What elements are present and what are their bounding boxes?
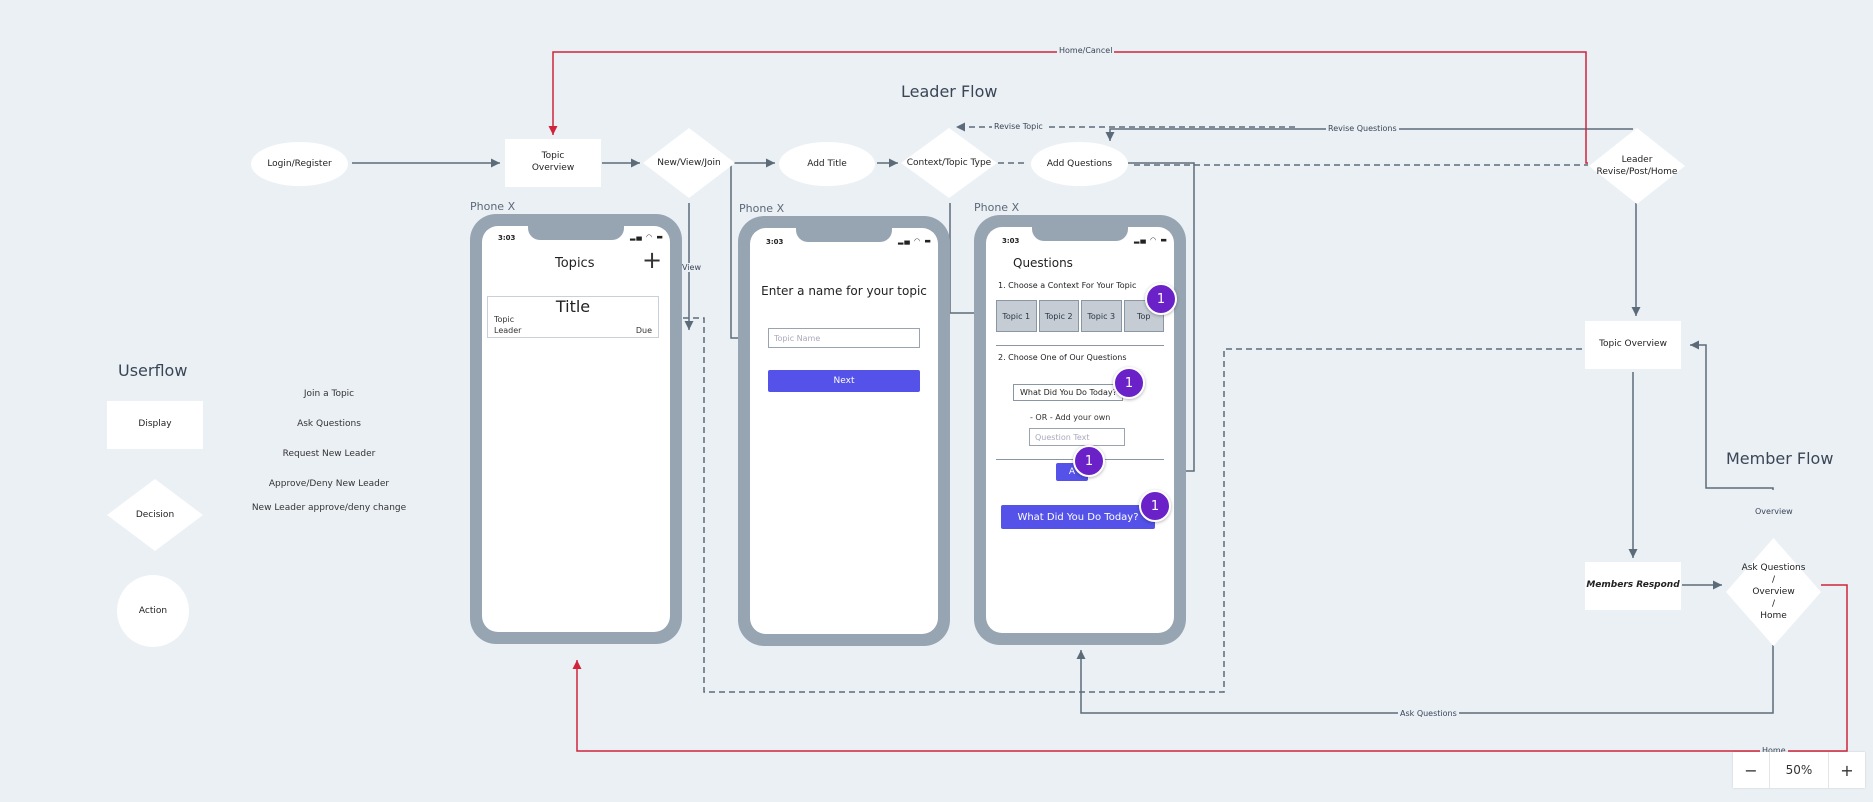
node-topic-overview-member[interactable]: Topic Overview bbox=[1585, 321, 1681, 369]
status-icons: ▂▄ ◠ ▬ bbox=[898, 237, 932, 245]
suggested-question[interactable]: What Did You Do Today? bbox=[1013, 384, 1123, 401]
topic-card-leader: Leader bbox=[494, 326, 522, 335]
phone-screen: 3:03 ▂▄ ◠ ▬ Topics + Title Topic Leader … bbox=[482, 226, 670, 632]
node-new-view-join[interactable]: New/View/Join bbox=[643, 128, 735, 198]
screen-title: Topics bbox=[555, 256, 595, 271]
node-topic-overview[interactable]: Topic Overview bbox=[505, 139, 601, 187]
question-text-input[interactable]: Question Text bbox=[1029, 428, 1125, 446]
context-tab[interactable]: Topic 3 bbox=[1081, 300, 1122, 332]
status-time: 3:03 bbox=[1002, 237, 1020, 245]
phone-questions: 3:03 ▂▄ ◠ ▬ Questions 1. Choose a Contex… bbox=[974, 215, 1186, 645]
status-icons: ▂▄ ◠ ▬ bbox=[630, 233, 664, 241]
step-1-label: 1. Choose a Context For Your Topic bbox=[998, 281, 1137, 290]
context-tab[interactable]: Topic 2 bbox=[1038, 300, 1079, 332]
node-member-decision[interactable]: Ask Questions / Overview / Home bbox=[1726, 538, 1821, 646]
comment-badge[interactable]: 1 bbox=[1145, 283, 1177, 315]
name-prompt: Enter a name for your topic bbox=[761, 284, 927, 298]
topic-card-title: Title bbox=[555, 297, 591, 316]
node-add-questions[interactable]: Add Questions bbox=[1031, 142, 1128, 186]
context-tabs: Topic 1 Topic 2 Topic 3 Top bbox=[996, 300, 1164, 332]
or-label: - OR - Add your own bbox=[1030, 413, 1111, 422]
node-context-type[interactable]: Context/Topic Type bbox=[901, 128, 997, 198]
comment-badge[interactable]: 1 bbox=[1073, 445, 1105, 477]
diagram-canvas: Home/Cancel Revise Topic Revise Question… bbox=[0, 0, 1873, 802]
legend-item: Approve/Deny New Leader bbox=[268, 479, 390, 489]
legend-action: Action bbox=[117, 575, 189, 647]
zoom-control: − 50% + bbox=[1733, 752, 1865, 788]
phone-frame-label: Phone X bbox=[470, 200, 516, 213]
label-ask-questions: Ask Questions bbox=[1398, 709, 1459, 718]
leader-flow-heading: Leader Flow bbox=[901, 82, 998, 101]
comment-badge[interactable]: 1 bbox=[1113, 367, 1145, 399]
legend-item: Join a Topic bbox=[303, 389, 355, 399]
divider bbox=[996, 345, 1164, 346]
node-login[interactable]: Login/Register bbox=[251, 142, 348, 186]
status-time: 3:03 bbox=[766, 238, 784, 246]
status-time: 3:03 bbox=[498, 234, 516, 242]
step-2-label: 2. Choose One of Our Questions bbox=[998, 353, 1127, 362]
edge-ask-questions bbox=[1076, 645, 1774, 714]
node-members-respond[interactable]: Members Respond bbox=[1585, 562, 1681, 610]
phone-notch bbox=[796, 228, 892, 242]
topic-name-input[interactable]: Topic Name bbox=[768, 328, 920, 348]
phone-frame-label: Phone X bbox=[974, 201, 1020, 214]
legend-decision: Decision bbox=[107, 479, 203, 551]
result-question[interactable]: What Did You Do Today? bbox=[1001, 505, 1155, 529]
legend-item: Request New Leader bbox=[282, 449, 376, 459]
next-button[interactable]: Next bbox=[768, 370, 920, 392]
screen-title: Questions bbox=[1013, 256, 1073, 270]
phone-notch bbox=[528, 226, 624, 240]
userflow-heading: Userflow bbox=[118, 361, 188, 380]
comment-badge[interactable]: 1 bbox=[1139, 490, 1171, 522]
topic-card-due: Due bbox=[635, 326, 652, 335]
node-add-title[interactable]: Add Title bbox=[779, 142, 875, 186]
label-view: View bbox=[680, 263, 703, 272]
legend-display: Display bbox=[107, 401, 203, 449]
status-icons: ▂▄ ◠ ▬ bbox=[1134, 236, 1168, 244]
topic-card[interactable]: Title Topic Leader Due bbox=[487, 296, 659, 338]
node-leader-revise[interactable]: Leader Revise/Post/Home bbox=[1589, 128, 1685, 204]
topic-card-topic: Topic bbox=[494, 315, 515, 324]
edge-overview-back bbox=[1690, 340, 1774, 490]
phone-screen: 3:03 ▂▄ ◠ ▬ Enter a name for your topic … bbox=[750, 228, 938, 634]
label-revise-questions: Revise Questions bbox=[1326, 124, 1399, 133]
phone-notch bbox=[1032, 227, 1128, 241]
zoom-level[interactable]: 50% bbox=[1769, 752, 1829, 788]
phone-topics: 3:03 ▂▄ ◠ ▬ Topics + Title Topic Leader … bbox=[470, 214, 682, 644]
legend-item: Ask Questions bbox=[297, 419, 361, 429]
member-flow-heading: Member Flow bbox=[1726, 449, 1834, 468]
label-overview: Overview bbox=[1753, 507, 1795, 516]
zoom-in-button[interactable]: + bbox=[1829, 752, 1865, 788]
label-revise-topic: Revise Topic bbox=[992, 122, 1045, 131]
context-tab[interactable]: Topic 1 bbox=[996, 300, 1037, 332]
phone-name: 3:03 ▂▄ ◠ ▬ Enter a name for your topic … bbox=[738, 216, 950, 646]
legend-item: New Leader approve/deny change bbox=[251, 503, 407, 513]
phone-frame-label: Phone X bbox=[739, 202, 785, 215]
add-topic-button[interactable]: + bbox=[642, 248, 662, 272]
label-home-cancel: Home/Cancel bbox=[1057, 46, 1115, 55]
zoom-out-button[interactable]: − bbox=[1733, 752, 1769, 788]
phone-screen: 3:03 ▂▄ ◠ ▬ Questions 1. Choose a Contex… bbox=[986, 227, 1174, 633]
